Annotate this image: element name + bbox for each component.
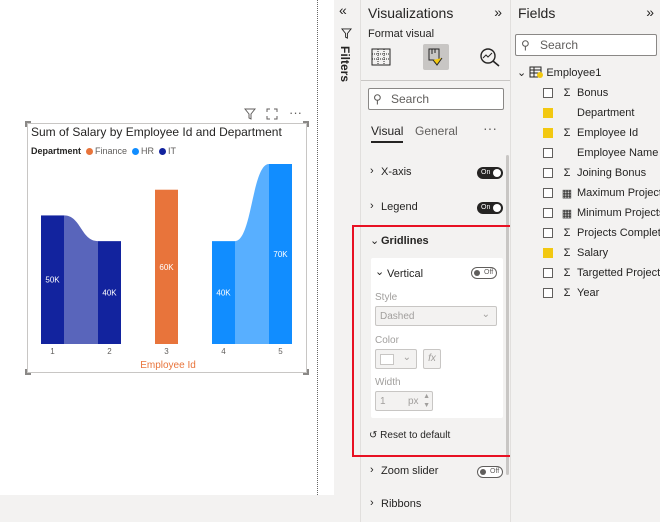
- x-axis-title: Employee Id: [140, 360, 196, 371]
- field-item[interactable]: Σ Bonus: [543, 85, 608, 101]
- sigma-icon: Σ: [563, 267, 571, 279]
- sigma-icon: Σ: [563, 87, 571, 99]
- calculator-icon: ▦: [561, 187, 573, 200]
- section-zoom-slider[interactable]: › Zoom slider Off: [367, 460, 507, 484]
- x-tick-label: 1: [50, 347, 55, 356]
- field-checkbox[interactable]: [543, 288, 553, 298]
- data-label: 60K: [159, 263, 174, 272]
- field-item[interactable]: Σ Joining Bonus: [543, 165, 646, 181]
- field-label: Salary: [577, 247, 609, 259]
- format-visual-label: Format visual: [368, 28, 435, 40]
- fields-title: Fields: [518, 5, 556, 21]
- calculator-icon: ▦: [561, 207, 573, 220]
- xaxis-toggle[interactable]: On: [477, 167, 503, 179]
- ribbon: [235, 164, 269, 344]
- section-xaxis[interactable]: › X-axis On: [367, 161, 507, 185]
- data-label: 40K: [102, 289, 117, 298]
- field-item[interactable]: Σ Projects Complet...: [543, 225, 660, 241]
- visualizations-title: Visualizations: [368, 5, 454, 21]
- table-icon: [529, 66, 546, 79]
- field-label: Joining Bonus: [577, 167, 647, 179]
- field-checkbox[interactable]: [543, 88, 553, 98]
- x-tick-label: 2: [107, 347, 112, 356]
- format-visual-icon[interactable]: [423, 44, 449, 70]
- ribbon: [64, 215, 98, 344]
- field-label: Department: [577, 107, 635, 119]
- search-icon: ⚲: [373, 92, 382, 106]
- data-label: 50K: [45, 276, 60, 285]
- field-label: Projects Complet...: [577, 227, 660, 239]
- field-checkbox[interactable]: [543, 228, 553, 238]
- focus-mode-icon[interactable]: [266, 108, 278, 123]
- more-options-icon[interactable]: ···: [289, 105, 302, 120]
- field-checkbox[interactable]: [543, 208, 553, 218]
- field-checkbox[interactable]: [543, 168, 553, 178]
- collapse-visualizations-icon[interactable]: »: [494, 4, 502, 20]
- field-item[interactable]: Σ Salary: [543, 245, 608, 261]
- field-item[interactable]: Σ Employee Id: [543, 125, 638, 141]
- x-tick-label: 5: [278, 347, 283, 356]
- field-label: Maximum Projects: [577, 187, 660, 199]
- field-item[interactable]: Employee Name: [543, 145, 658, 161]
- sigma-icon: Σ: [563, 127, 571, 139]
- x-tick-label: 4: [221, 347, 226, 356]
- chart-plot: 50K 40K 60K 40K 70K 1 2 3 4 5 Employee Id: [41, 164, 292, 371]
- fields-pane: Fields » ⚲ Search ⌄ Employee1 Σ Bonus Depa…: [510, 0, 660, 522]
- page-tabs-strip: [0, 495, 360, 522]
- filter-pane-icon: [340, 28, 353, 42]
- table-node[interactable]: ⌄ Employee1: [517, 66, 601, 79]
- highlight-box: [352, 225, 514, 457]
- field-item[interactable]: ▦ Minimum Projects: [543, 205, 660, 221]
- field-checkbox[interactable]: [543, 268, 553, 278]
- collapse-fields-icon[interactable]: »: [646, 4, 654, 20]
- chevron-right-icon: ›: [370, 497, 374, 509]
- expand-filters-icon[interactable]: «: [339, 2, 347, 18]
- field-checkbox[interactable]: [543, 148, 553, 158]
- tab-visual[interactable]: Visual: [371, 124, 404, 143]
- more-options-icon[interactable]: ···: [483, 120, 497, 136]
- field-label: Targetted Projects: [577, 267, 660, 279]
- x-tick-label: 3: [164, 347, 169, 356]
- field-label: Year: [577, 287, 600, 299]
- build-visual-icon[interactable]: [368, 44, 394, 70]
- field-checkbox[interactable]: [543, 248, 553, 258]
- field-item[interactable]: Σ Year: [543, 285, 599, 301]
- legend-toggle[interactable]: On: [477, 202, 503, 214]
- fields-search-input[interactable]: ⚲ Search: [515, 34, 657, 56]
- field-item[interactable]: Σ Targetted Projects: [543, 265, 660, 281]
- field-label: Employee Id: [577, 127, 639, 139]
- chevron-right-icon: ›: [370, 464, 374, 476]
- sigma-icon: Σ: [563, 227, 571, 239]
- chart-visual[interactable]: ··· Sum of Salary by Employee Id and Dep…: [25, 105, 309, 375]
- zoom-toggle[interactable]: Off: [477, 466, 503, 478]
- sigma-icon: Σ: [563, 287, 571, 299]
- data-label: 40K: [216, 289, 231, 298]
- chevron-right-icon: ›: [370, 165, 374, 177]
- section-ribbons[interactable]: › Ribbons: [367, 493, 507, 517]
- analytics-icon[interactable]: [477, 44, 503, 70]
- filters-label[interactable]: Filters: [338, 46, 352, 82]
- field-item[interactable]: ▦ Maximum Projects: [543, 185, 660, 201]
- data-label: 70K: [273, 250, 288, 259]
- tab-general[interactable]: General: [415, 124, 458, 138]
- filter-icon[interactable]: [243, 108, 257, 123]
- sigma-icon: Σ: [563, 247, 571, 259]
- chevron-right-icon: ›: [370, 200, 374, 212]
- divider: [361, 80, 511, 81]
- field-label: Bonus: [577, 87, 609, 99]
- search-icon: ⚲: [521, 38, 530, 52]
- field-item[interactable]: Department: [543, 105, 634, 121]
- viz-search-input[interactable]: ⚲ Search: [368, 88, 504, 110]
- sigma-icon: Σ: [563, 167, 571, 179]
- section-legend[interactable]: › Legend On: [367, 196, 507, 220]
- field-label: Employee Name: [577, 147, 659, 159]
- field-label: Minimum Projects: [577, 207, 660, 219]
- field-checkbox[interactable]: [543, 128, 553, 138]
- field-checkbox[interactable]: [543, 108, 553, 118]
- chevron-down-icon: ⌄: [517, 67, 527, 79]
- field-checkbox[interactable]: [543, 188, 553, 198]
